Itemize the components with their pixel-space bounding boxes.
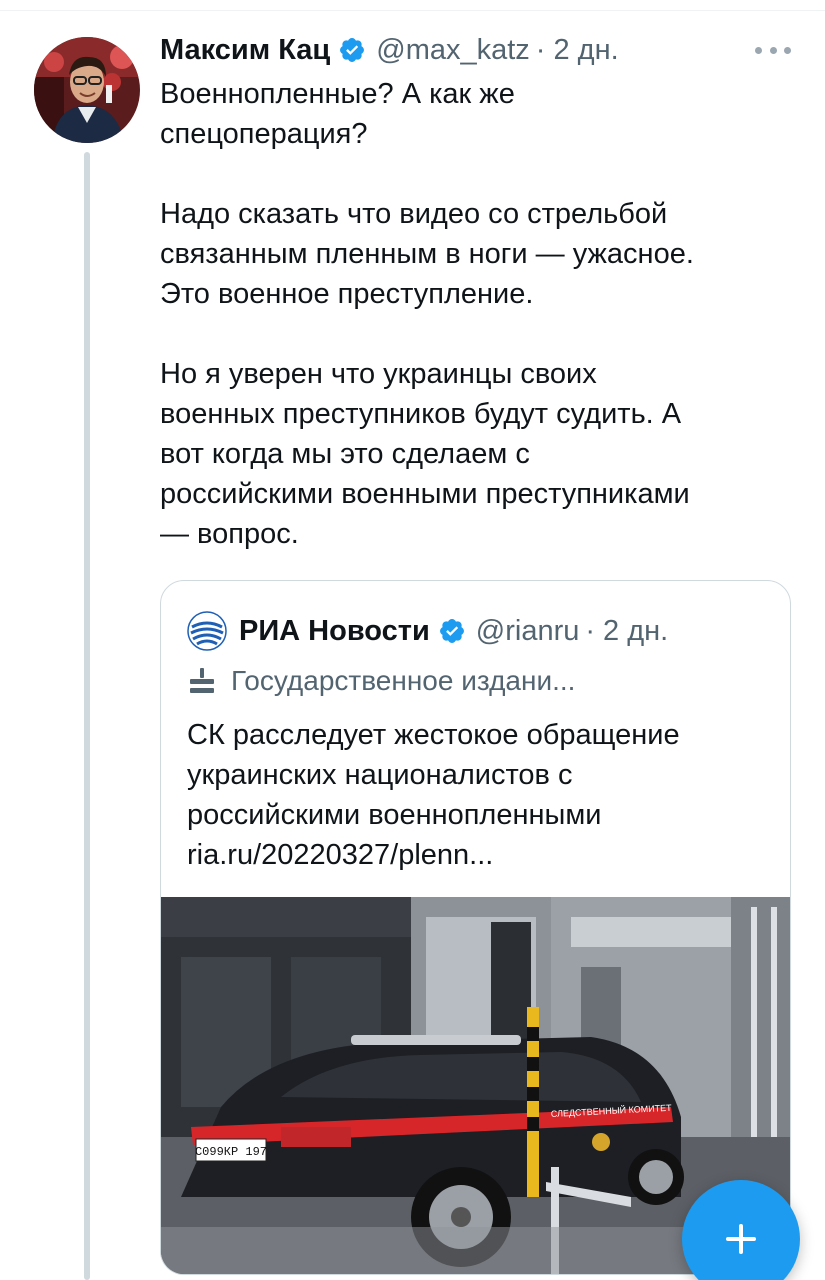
tweet-time[interactable]: 2 дн. bbox=[553, 34, 618, 67]
tweet-text: Военнопленные? А как же спецоперация? На… bbox=[160, 74, 800, 554]
license-plate: С099КР 197 bbox=[195, 1145, 267, 1159]
quoted-tweet-card[interactable]: РИА Новости @rianru · 2 дн. Государствен… bbox=[160, 580, 791, 1275]
more-icon[interactable] bbox=[755, 38, 791, 62]
text-line: — вопрос. bbox=[160, 518, 299, 550]
quote-author-name[interactable]: РИА Новости bbox=[239, 615, 430, 648]
thread-line bbox=[84, 152, 90, 1280]
state-media-building-icon bbox=[187, 666, 217, 696]
text-line: Надо сказать что видео со стрельбой bbox=[160, 198, 668, 230]
top-divider bbox=[0, 10, 825, 11]
text-line: Это военное преступление. bbox=[160, 278, 534, 310]
text-line: спецоперация? bbox=[160, 118, 368, 150]
text-line: Военнопленные? А как же bbox=[160, 78, 515, 110]
compose-plus-icon bbox=[724, 1222, 758, 1256]
text-line: Но я уверен что украинцы своих bbox=[160, 358, 597, 390]
author-handle[interactable]: @max_katz bbox=[376, 34, 530, 67]
quote-text: СК расследует жестокое обращение украинс… bbox=[187, 715, 777, 875]
quote-header: РИА Новости @rianru · 2 дн. bbox=[187, 611, 668, 651]
quote-text-line: СК расследует жестокое обращение bbox=[187, 719, 680, 751]
ria-logo-icon bbox=[187, 611, 227, 651]
verified-badge-icon bbox=[438, 617, 466, 645]
more-dot bbox=[755, 46, 762, 54]
quote-text-line: российскими военнопленными bbox=[187, 799, 602, 831]
state-media-label[interactable]: Государственное издани... bbox=[187, 665, 575, 697]
header-separator: · bbox=[535, 33, 546, 66]
quote-author-handle[interactable]: @rianru bbox=[476, 615, 580, 648]
verified-badge-icon bbox=[338, 36, 366, 64]
quote-link[interactable]: ria.ru/20220327/plenn... bbox=[187, 835, 777, 875]
quote-time: 2 дн. bbox=[603, 614, 669, 647]
state-media-label-text: Государственное издани... bbox=[231, 665, 576, 696]
quote-text-line: украинских националистов с bbox=[187, 759, 573, 791]
text-line: вот когда мы это сделаем с bbox=[160, 438, 530, 470]
more-dot bbox=[784, 46, 791, 54]
text-line: российскими военными преступниками bbox=[160, 478, 690, 510]
quote-header-separator: · bbox=[585, 614, 596, 647]
text-line: связанным пленным в ноги — ужасное. bbox=[160, 238, 694, 270]
author-name[interactable]: Максим Кац bbox=[160, 34, 330, 67]
text-line: военных преступников будут судить. А bbox=[160, 398, 682, 430]
avatar[interactable] bbox=[34, 37, 140, 143]
tweet-header: Максим Кац @max_katz · 2 дн. bbox=[160, 30, 619, 70]
more-dot bbox=[769, 46, 777, 54]
